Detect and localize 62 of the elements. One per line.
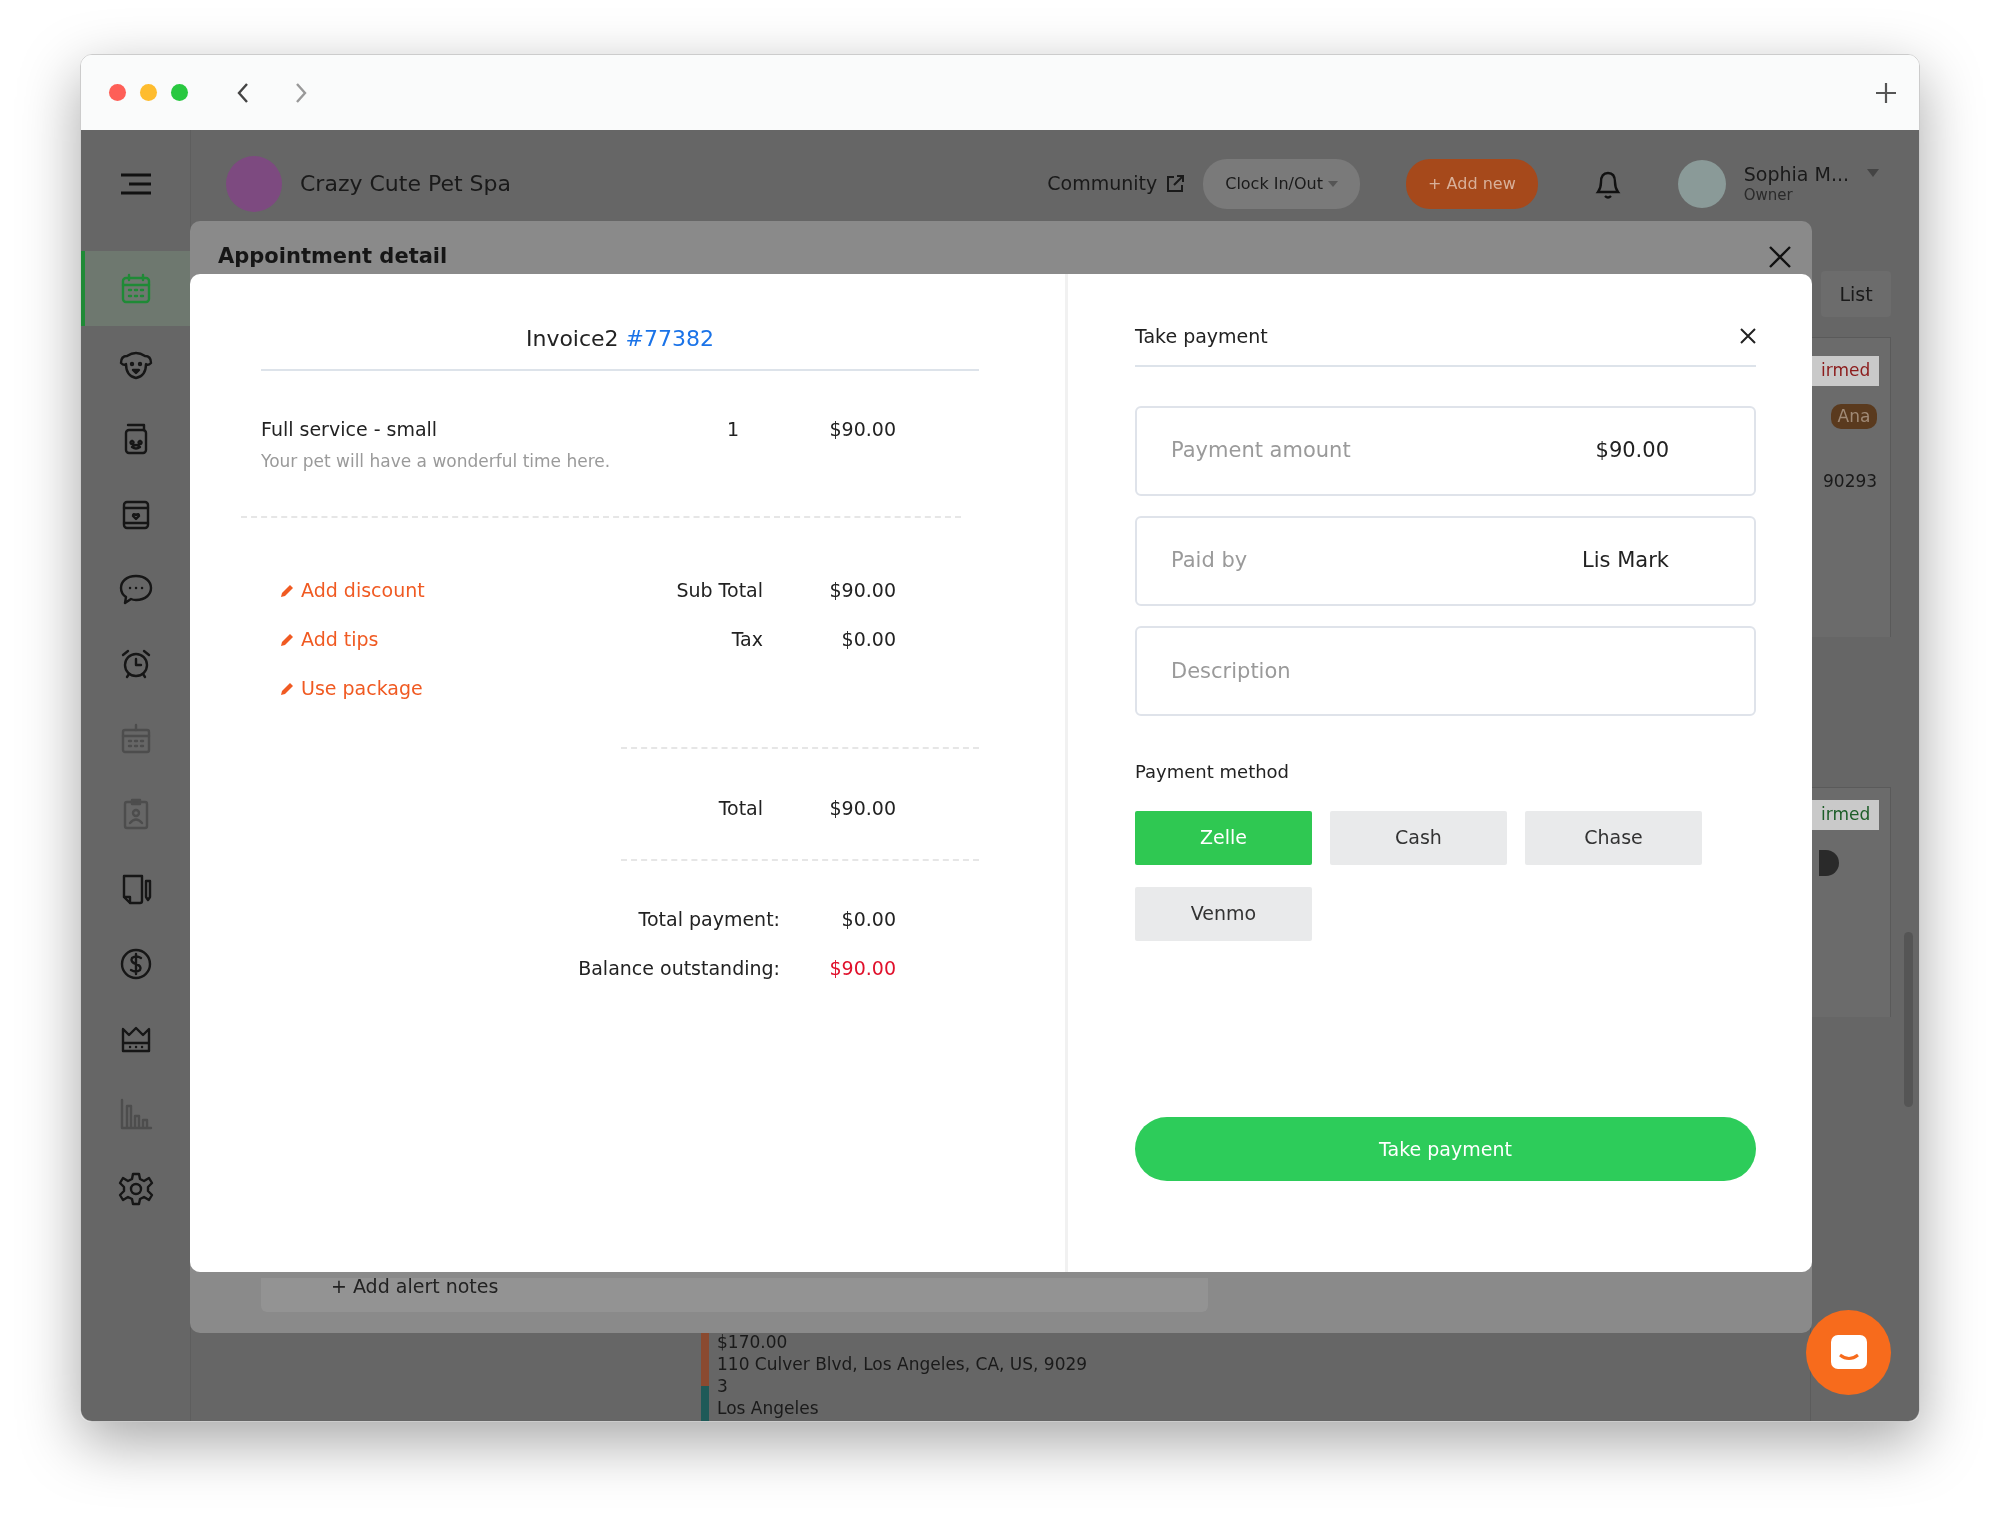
- caret-icon: [1328, 181, 1339, 187]
- pencil-icon: [279, 582, 295, 599]
- field-label: Payment amount: [1171, 436, 1352, 464]
- appointment-address: 3: [717, 1375, 729, 1397]
- back-icon[interactable]: [236, 81, 250, 104]
- modal-title: Appointment detail: [218, 242, 448, 270]
- alert-notes-link[interactable]: + Add alert notes: [261, 1278, 1208, 1312]
- input-field[interactable]: Description: [1135, 625, 1756, 716]
- community-link[interactable]: Community: [1047, 169, 1186, 198]
- summary-label: Sub Total: [675, 578, 763, 604]
- status-badge: irmed: [1811, 356, 1879, 386]
- appointment-city: Los Angeles: [717, 1397, 820, 1419]
- summary-value: $90.00: [828, 578, 896, 604]
- panel-title: Take payment: [1135, 324, 1268, 349]
- close-icon[interactable]: [1740, 328, 1756, 345]
- zip-code: 90293: [1823, 470, 1879, 493]
- action-link[interactable]: Add discount: [261, 576, 561, 605]
- view-tab[interactable]: List: [1821, 271, 1891, 317]
- user-role: Owner: [1743, 185, 1794, 204]
- total-payment-label: Total payment:: [637, 907, 780, 933]
- user-name: Sophia M...: [1743, 163, 1849, 186]
- service-description: Your pet will have a wonderful time here.: [261, 449, 612, 473]
- service-quantity: 1: [727, 417, 741, 442]
- service-name: Full service - small: [261, 417, 439, 442]
- total-value: $90.00: [828, 796, 896, 822]
- caret-icon[interactable]: [1867, 169, 1879, 177]
- appointment-price: $170.00: [717, 1331, 789, 1353]
- pencil-icon: [279, 680, 295, 697]
- settings-icon[interactable]: [117, 1170, 154, 1207]
- payment-method-button[interactable]: Chase: [1525, 810, 1702, 865]
- summary-label: Tax: [730, 627, 763, 653]
- payment-method-button[interactable]: Venmo: [1135, 886, 1312, 941]
- payment-method-label: Payment method: [1135, 759, 1291, 784]
- field-frame[interactable]: Payment amount $90.00: [1135, 405, 1756, 496]
- payment-method-button[interactable]: Cash: [1330, 810, 1507, 865]
- new-tab-icon[interactable]: [1875, 81, 1897, 104]
- clock-dropdown[interactable]: Clock In/Out: [1203, 158, 1361, 209]
- appointment-address: 110 Culver Blvd, Los Angeles, CA, US, 9029: [717, 1353, 1088, 1375]
- total-payment-value: $0.00: [840, 907, 896, 933]
- input-field[interactable]: $90.00: [1571, 433, 1671, 468]
- close-window-icon[interactable]: [109, 84, 126, 101]
- summary-value: $0.00: [840, 627, 896, 653]
- status-badge: irmed: [1811, 800, 1879, 830]
- field-label: Paid by: [1171, 546, 1249, 574]
- forward-icon[interactable]: [294, 81, 308, 104]
- pencil-icon: [279, 631, 295, 648]
- staff-tag: Ana: [1831, 403, 1877, 429]
- invoice-number-link[interactable]: #77382: [625, 326, 715, 351]
- maximize-window-icon[interactable]: [171, 84, 188, 101]
- action-link[interactable]: Use package: [261, 674, 561, 703]
- add-new-button[interactable]: + Add new: [1406, 158, 1538, 209]
- invoice-title: Invoice2: [525, 326, 619, 351]
- service-price: $90.00: [828, 417, 896, 442]
- balance-value: $90.00: [828, 956, 896, 982]
- action-link[interactable]: Add tips: [261, 625, 561, 654]
- input-field[interactable]: Lis Mark: [1571, 543, 1671, 578]
- external-link-icon: [1165, 173, 1186, 194]
- balance-label: Balance outstanding:: [577, 956, 780, 982]
- business-name: Crazy Cute Pet Spa: [300, 170, 511, 198]
- menu-icon[interactable]: [118, 172, 153, 195]
- field-frame[interactable]: Paid by Lis Mark: [1135, 515, 1756, 606]
- total-label: Total: [717, 796, 763, 822]
